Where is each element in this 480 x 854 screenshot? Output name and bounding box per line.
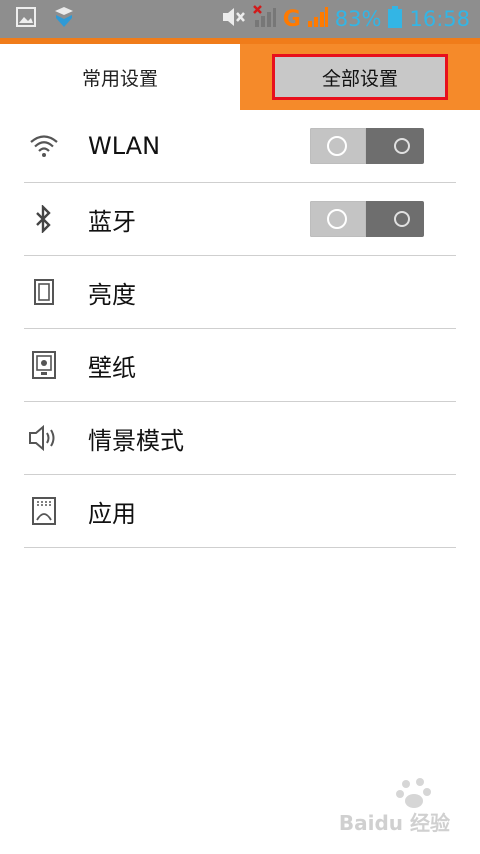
wifi-icon [28, 130, 60, 162]
battery-percent: 83% [334, 7, 382, 31]
bluetooth-toggle[interactable] [310, 201, 424, 237]
settings-item-label: 蓝牙 [88, 207, 136, 236]
settings-item-bluetooth[interactable]: 蓝牙 [24, 183, 456, 256]
apps-icon [28, 495, 60, 527]
network-type: G [282, 6, 301, 32]
wlan-toggle[interactable] [310, 128, 424, 164]
watermark: Baidu 经验 [338, 811, 450, 835]
settings-item-apps[interactable]: 应用 [24, 475, 456, 548]
settings-item-sound-profile[interactable]: 情景模式 [24, 402, 456, 475]
tab-all-settings[interactable]: 全部设置 [272, 54, 448, 100]
settings-item-label: 壁纸 [88, 353, 136, 382]
sound-profile-icon [28, 422, 60, 454]
settings-item-label: 亮度 [88, 280, 136, 309]
status-bar: G 83% 16:58 [0, 0, 480, 38]
signal-icon [307, 5, 329, 33]
clock: 16:58 [409, 7, 470, 31]
bluetooth-icon [28, 203, 60, 235]
settings-item-label: 情景模式 [88, 426, 184, 455]
settings-item-brightness[interactable]: 亮度 [24, 256, 456, 329]
brightness-icon [28, 276, 60, 308]
mute-icon [221, 6, 247, 32]
settings-item-label: 应用 [88, 499, 136, 528]
battery-icon [387, 5, 403, 33]
shield-notification-icon [54, 6, 74, 32]
tab-common-settings[interactable]: 常用设置 [0, 44, 240, 110]
settings-item-wallpaper[interactable]: 壁纸 [24, 329, 456, 402]
settings-item-label: WLAN [88, 132, 161, 160]
signal-no-sim-icon [252, 5, 277, 33]
image-icon [16, 7, 36, 31]
tab-bar: 常用设置 全部设置 [0, 44, 480, 110]
settings-item-wlan[interactable]: WLAN [24, 110, 456, 183]
wallpaper-icon [28, 349, 60, 381]
settings-list: WLAN 蓝牙 亮度 壁纸 情景模式 应用 [24, 110, 456, 548]
